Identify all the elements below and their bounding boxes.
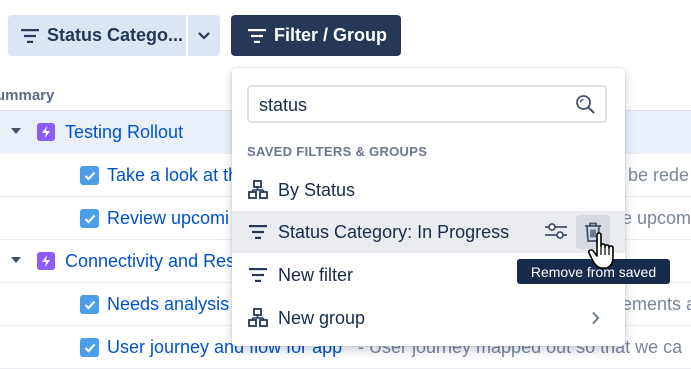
filter-icon — [247, 264, 269, 286]
filter-icon — [247, 221, 269, 243]
status-category-label: Status Catego... — [47, 25, 184, 45]
task-checkbox-icon — [80, 295, 99, 314]
edit-filter-icon[interactable] — [544, 221, 568, 246]
filter-group-dropdown: SAVED FILTERS & GROUPS By Status Status … — [232, 68, 625, 346]
row-description: e upcomi — [622, 208, 691, 228]
filter-icon — [248, 28, 266, 43]
menu-item-by-status[interactable]: By Status — [232, 169, 625, 211]
row-description: be rede — [628, 165, 690, 185]
search-input[interactable] — [257, 93, 561, 117]
row-title[interactable]: Take a look at th — [107, 165, 238, 186]
row-title[interactable]: Connectivity and Res — [65, 251, 235, 272]
section-label: SAVED FILTERS & GROUPS — [247, 144, 428, 159]
menu-item-label: By Status — [278, 180, 356, 200]
task-checkbox-icon — [80, 209, 99, 228]
epic-icon — [37, 252, 55, 270]
row-title[interactable]: Needs analysis — [107, 294, 229, 315]
menu-item-new-group[interactable]: New group — [232, 297, 625, 339]
status-dropdown-button[interactable] — [188, 15, 220, 56]
search-field[interactable] — [247, 85, 607, 123]
filter-group-label: Filter / Group — [274, 25, 388, 45]
row-description: ements a — [622, 294, 691, 314]
epic-icon — [37, 123, 55, 141]
expand-caret-icon[interactable] — [11, 257, 21, 263]
chevron-down-icon — [198, 31, 210, 39]
menu-item-status-category-in-progress[interactable]: Status Category: In Progress — [232, 211, 625, 253]
filter-group-button[interactable]: Filter / Group — [231, 15, 401, 56]
filter-icon — [21, 28, 39, 43]
menu-item-label: New group — [278, 308, 366, 328]
chevron-right-icon — [592, 309, 600, 330]
summary-column-header: ummary — [0, 87, 55, 104]
task-checkbox-icon — [80, 166, 99, 185]
row-title[interactable]: Review upcomi — [107, 208, 229, 229]
menu-item-label: New filter — [278, 265, 354, 285]
status-category-button[interactable]: Status Catego... — [8, 15, 186, 56]
group-icon — [247, 179, 269, 201]
task-checkbox-icon — [80, 338, 99, 357]
expand-caret-icon[interactable] — [11, 128, 21, 134]
menu-item-label: Status Category: In Progress — [278, 222, 510, 242]
hand-cursor-icon — [587, 232, 618, 275]
row-title[interactable]: Testing Rollout — [65, 122, 183, 143]
search-icon — [575, 94, 595, 119]
group-icon — [247, 307, 269, 329]
